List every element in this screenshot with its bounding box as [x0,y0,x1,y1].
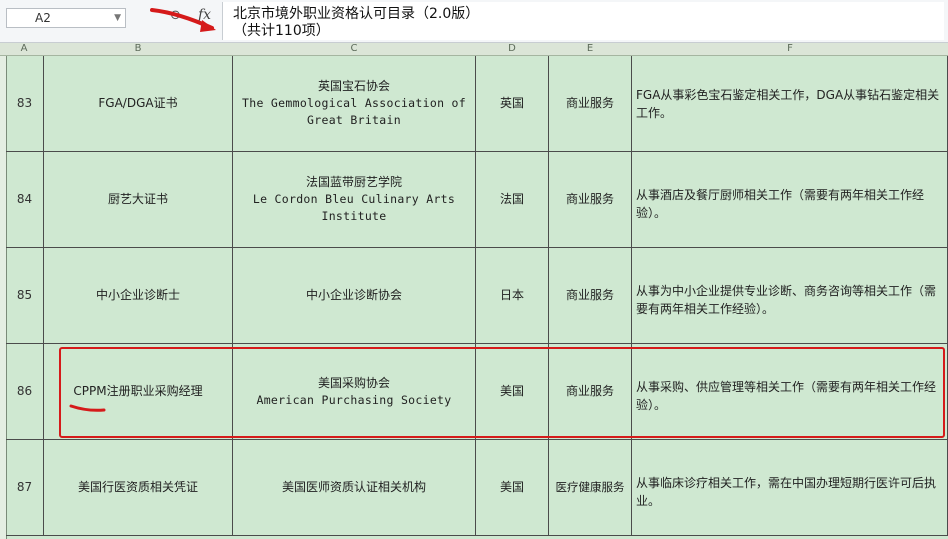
cell-category[interactable]: 商业服务 [549,152,632,248]
org-name-en: Le Cordon Bleu Culinary Arts [252,192,456,206]
cell-country[interactable]: 日本 [476,248,549,344]
cell-description[interactable]: 从事临床诊疗相关工作，需在中国办理短期行医许可后执业。 [632,440,948,536]
formula-line-2: （共计110项） [233,23,330,39]
org-name-en: Great Britain [307,113,401,127]
cell-certificate[interactable]: 中小企业诊断士 [44,248,233,344]
org-name-en: Institute [321,209,387,223]
red-arrow-annotation-icon [150,8,216,32]
name-box-value: A2 [35,11,51,25]
cell-category[interactable]: 商业服务 [549,248,632,344]
org-name-cn: 美国医师资质认证相关机构 [281,480,426,494]
table-row: 87 美国行医资质相关凭证 美国医师资质认证相关机构 美国 医疗健康服务 从事临… [0,440,948,536]
cell-description[interactable]: FGA从事彩色宝石鉴定相关工作，DGA从事钻石鉴定相关工作。 [632,56,948,152]
cell-country[interactable]: 美国 [476,440,549,536]
cell-certificate[interactable]: 美国行医资质相关凭证 [44,440,233,536]
column-header-bar: A B C D E F [0,43,948,56]
formula-bar: A2 ▼ ⊖ fx 北京市境外职业资格认可目录（2.0版） （共计110项） [0,0,948,43]
column-header-f[interactable]: F [632,43,948,55]
cell-country[interactable]: 英国 [476,56,549,152]
column-header-a[interactable]: A [14,43,34,55]
cell-organization[interactable]: 英国宝石协会 The Gemmological Association of G… [233,56,476,152]
cell-certificate[interactable]: FGA/DGA证书 [44,56,233,152]
red-underline-annotation-icon [69,404,106,412]
table-row: 84 厨艺大证书 法国蓝带厨艺学院 Le Cordon Bleu Culinar… [0,152,948,248]
cell-number[interactable]: 83 [6,56,44,152]
name-box[interactable]: A2 ▼ [6,8,126,28]
cell-certificate[interactable]: 厨艺大证书 [44,152,233,248]
formula-input[interactable]: 北京市境外职业资格认可目录（2.0版） （共计110项） [222,2,944,40]
cell-organization[interactable]: 中小企业诊断协会 [233,248,476,344]
table-row: 85 中小企业诊断士 中小企业诊断协会 日本 商业服务 从事为中小企业提供专业诊… [0,248,948,344]
cell-number[interactable]: 84 [6,152,44,248]
column-header-b[interactable]: B [44,43,232,55]
formula-line-1: 北京市境外职业资格认可目录（2.0版） [233,6,480,22]
chevron-down-icon[interactable]: ▼ [114,9,121,27]
cell-country[interactable]: 法国 [476,152,549,248]
cell-category[interactable]: 医疗健康服务 [549,440,632,536]
cell-description[interactable]: 从事酒店及餐厅厨师相关工作（需要有两年相关工作经验）。 [632,152,948,248]
table-row: 83 FGA/DGA证书 英国宝石协会 The Gemmological Ass… [0,56,948,152]
cell-description[interactable]: 从事为中小企业提供专业诊断、商务咨询等相关工作（需要有两年相关工作经验）。 [632,248,948,344]
org-name-cn: 中小企业诊断协会 [305,288,402,302]
cell-number[interactable]: 87 [6,440,44,536]
column-header-c[interactable]: C [233,43,475,55]
cell-organization[interactable]: 法国蓝带厨艺学院 Le Cordon Bleu Culinary Arts In… [233,152,476,248]
spreadsheet-grid: 83 FGA/DGA证书 英国宝石协会 The Gemmological Ass… [0,56,948,539]
org-name-en: The Gemmological Association of [242,96,466,110]
column-header-e[interactable]: E [549,43,631,55]
red-highlight-box [59,347,945,438]
cell-number[interactable]: 86 [6,344,44,440]
column-header-d[interactable]: D [476,43,548,55]
cell-organization[interactable]: 美国医师资质认证相关机构 [233,440,476,536]
org-name-cn: 法国蓝带厨艺学院 [305,175,402,189]
cell-category[interactable]: 商业服务 [549,56,632,152]
org-name-cn: 英国宝石协会 [317,79,390,93]
cell-number[interactable]: 85 [6,248,44,344]
